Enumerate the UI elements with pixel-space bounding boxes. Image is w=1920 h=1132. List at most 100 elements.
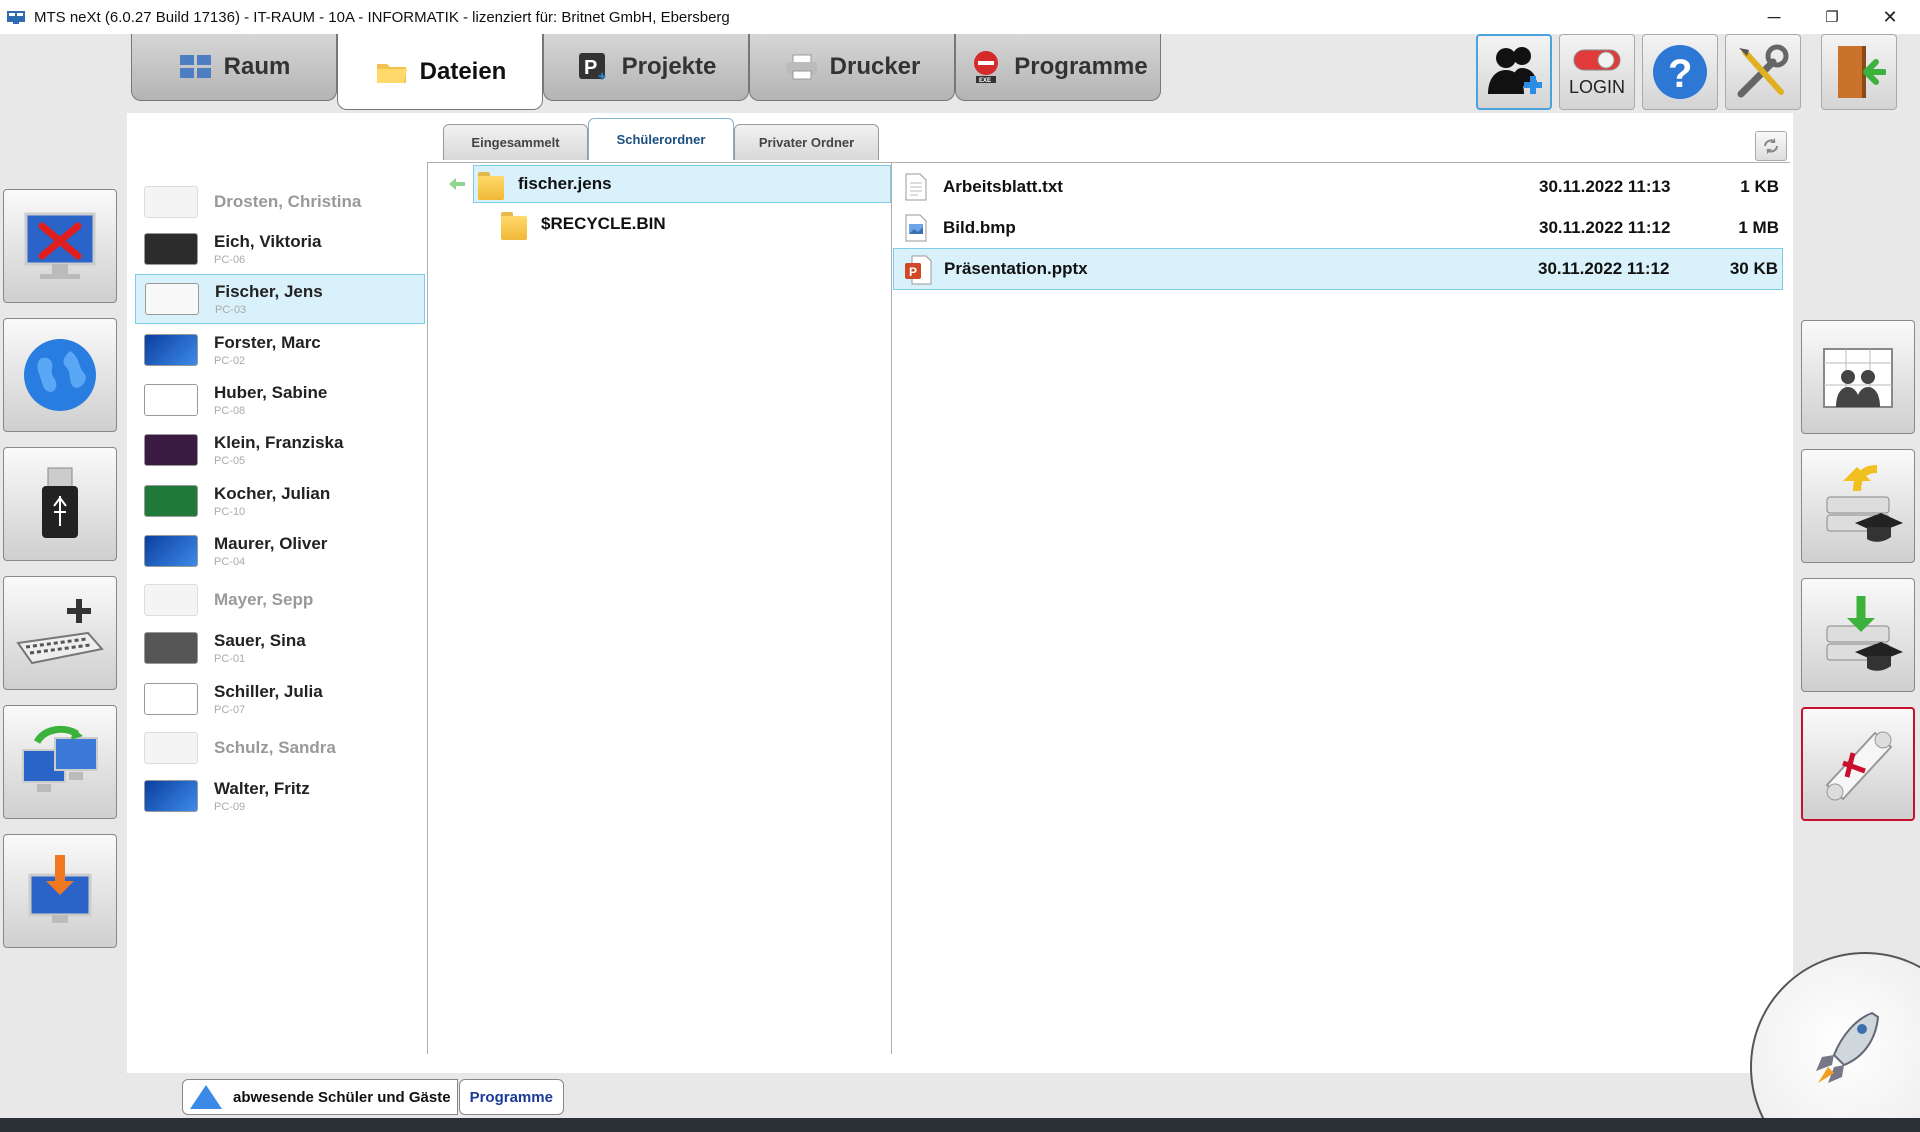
student-sauer-sina[interactable]: Sauer, Sina PC-01	[135, 623, 425, 673]
programme-label: Programme	[469, 1088, 553, 1106]
student-fischer-jens[interactable]: Fischer, Jens PC-03	[135, 274, 425, 324]
file-row[interactable]: Bild.bmp 30.11.2022 11:12 1 MB	[893, 208, 1783, 248]
tab-drucker[interactable]: Drucker	[749, 34, 955, 101]
student-pc: PC-03	[215, 304, 247, 316]
projects-icon: P +	[576, 52, 612, 82]
file-row[interactable]: Arbeitsblatt.txt 30.11.2022 11:13 1 KB	[893, 167, 1783, 207]
add-user-button[interactable]	[1476, 34, 1552, 110]
stop-programs-icon: EXE	[968, 51, 1004, 84]
exit-door-icon	[1838, 46, 1886, 98]
lock-screen-button[interactable]	[3, 189, 117, 303]
absent-students-label: abwesende Schüler und Gäste	[233, 1088, 451, 1106]
student-forster-marc[interactable]: Forster, Marc PC-02	[135, 325, 425, 375]
student-schulz-sandra[interactable]: Schulz, Sandra	[135, 723, 425, 773]
exam-certificate-icon	[1825, 731, 1893, 801]
student-thumbnail	[144, 732, 198, 764]
keyboard-add-button[interactable]	[3, 576, 117, 690]
collect-download-button[interactable]	[1801, 578, 1915, 692]
subtab-eingesammelt-label: Eingesammelt	[471, 135, 560, 150]
grid-icon	[178, 52, 214, 82]
tree-folder-root[interactable]: fischer.jens	[473, 165, 891, 203]
back-arrow-icon[interactable]	[449, 177, 465, 190]
student-drosten-christina[interactable]: Drosten, Christina	[135, 177, 425, 227]
login-button[interactable]: LOGIN	[1559, 34, 1635, 110]
student-mayer-sepp[interactable]: Mayer, Sepp	[135, 575, 425, 625]
student-eich-viktoria[interactable]: Eich, Viktoria PC-06	[135, 224, 425, 274]
student-pc: PC-01	[214, 653, 246, 665]
absent-students-toggle[interactable]: abwesende Schüler und Gäste	[182, 1079, 458, 1115]
bottom-bar: abwesende Schüler und Gäste Programme	[182, 1079, 564, 1115]
exam-mode-button[interactable]	[1801, 707, 1915, 821]
text-file-icon	[903, 173, 929, 201]
login-label: LOGIN	[1568, 76, 1625, 97]
student-thumbnail	[144, 186, 198, 218]
tab-dateien-label: Dateien	[419, 57, 507, 85]
file-name: Bild.bmp	[943, 218, 1016, 237]
student-name: Sauer, Sina	[214, 631, 306, 650]
file-row[interactable]: P Präsentation.pptx 30.11.2022 11:12 30 …	[893, 248, 1783, 290]
student-huber-sabine[interactable]: Huber, Sabine PC-08	[135, 375, 425, 425]
subtab-schuelerordner-label: Schülerordner	[616, 132, 706, 147]
tab-raum[interactable]: Raum	[131, 34, 337, 101]
app-icon	[7, 11, 25, 24]
tab-dateien[interactable]: Dateien	[337, 34, 543, 110]
subtab-privater-ordner[interactable]: Privater Ordner	[734, 124, 879, 160]
student-name: Kocher, Julian	[214, 484, 331, 503]
student-thumbnail	[144, 683, 198, 715]
student-thumbnail	[144, 233, 198, 265]
student-name: Forster, Marc	[214, 333, 321, 352]
student-name: Drosten, Christina	[214, 192, 362, 211]
student-walter-fritz[interactable]: Walter, Fritz PC-09	[135, 771, 425, 821]
file-size: 1 KB	[1740, 177, 1779, 196]
minimize-icon: ─	[1767, 6, 1781, 27]
student-schiller-julia[interactable]: Schiller, Julia PC-07	[135, 674, 425, 724]
tab-programme[interactable]: EXE Programme	[955, 34, 1161, 101]
exit-button[interactable]	[1821, 34, 1897, 110]
student-name: Maurer, Oliver	[214, 534, 328, 553]
student-klein-franziska[interactable]: Klein, Franziska PC-05	[135, 425, 425, 475]
restore-button[interactable]: ❐	[1804, 0, 1860, 34]
student-pc: PC-07	[214, 704, 246, 716]
tree-folder-recycle-bin-label: $RECYCLE.BIN	[541, 214, 666, 233]
student-name: Eich, Viktoria	[214, 232, 322, 251]
screen-transfer-button[interactable]	[3, 705, 117, 819]
subtab-privater-ordner-label: Privater Ordner	[758, 135, 855, 150]
rocket-icon	[1816, 1011, 1880, 1083]
tab-projekte-label: Projekte	[621, 53, 717, 80]
student-thumbnail	[145, 283, 199, 315]
tab-raum-label: Raum	[223, 53, 291, 80]
student-maurer-oliver[interactable]: Maurer, Oliver PC-04	[135, 526, 425, 576]
file-name: Präsentation.pptx	[944, 259, 1088, 278]
svg-text:?: ?	[1668, 52, 1692, 96]
minimize-button[interactable]: ─	[1746, 0, 1802, 34]
close-button[interactable]: ✕	[1862, 0, 1918, 34]
settings-button[interactable]	[1725, 34, 1801, 110]
student-thumbnail	[144, 632, 198, 664]
student-name: Walter, Fritz	[214, 779, 310, 798]
tab-projekte[interactable]: P + Projekte	[543, 34, 749, 101]
share-upload-button[interactable]	[1801, 449, 1915, 563]
student-pc: PC-10	[214, 506, 246, 518]
student-thumbnail	[144, 780, 198, 812]
file-date: 30.11.2022 11:13	[1539, 177, 1671, 196]
student-name: Klein, Franziska	[214, 433, 344, 452]
student-kocher-julian[interactable]: Kocher, Julian PC-10	[135, 476, 425, 526]
tree-folder-recycle-bin[interactable]: $RECYCLE.BIN	[497, 205, 891, 243]
student-pc: PC-08	[214, 405, 246, 417]
tree-left-divider	[427, 162, 428, 1054]
refresh-button[interactable]	[1755, 131, 1787, 161]
student-pc: PC-02	[214, 355, 246, 367]
screen-download-button[interactable]	[3, 834, 117, 948]
screen-transfer-icon	[22, 725, 98, 792]
folder-icon	[374, 57, 410, 87]
subtab-eingesammelt[interactable]: Eingesammelt	[443, 124, 588, 160]
class-room-button[interactable]	[1801, 320, 1915, 434]
toggle-icon	[1573, 49, 1621, 70]
internet-button[interactable]	[3, 318, 117, 432]
programme-button[interactable]: Programme	[458, 1079, 564, 1115]
subtab-schuelerordner[interactable]: Schülerordner	[588, 118, 734, 160]
screen-lock-icon	[24, 212, 96, 279]
help-button[interactable]: ?	[1642, 34, 1718, 110]
tools-icon	[1737, 44, 1789, 98]
usb-button[interactable]	[3, 447, 117, 561]
